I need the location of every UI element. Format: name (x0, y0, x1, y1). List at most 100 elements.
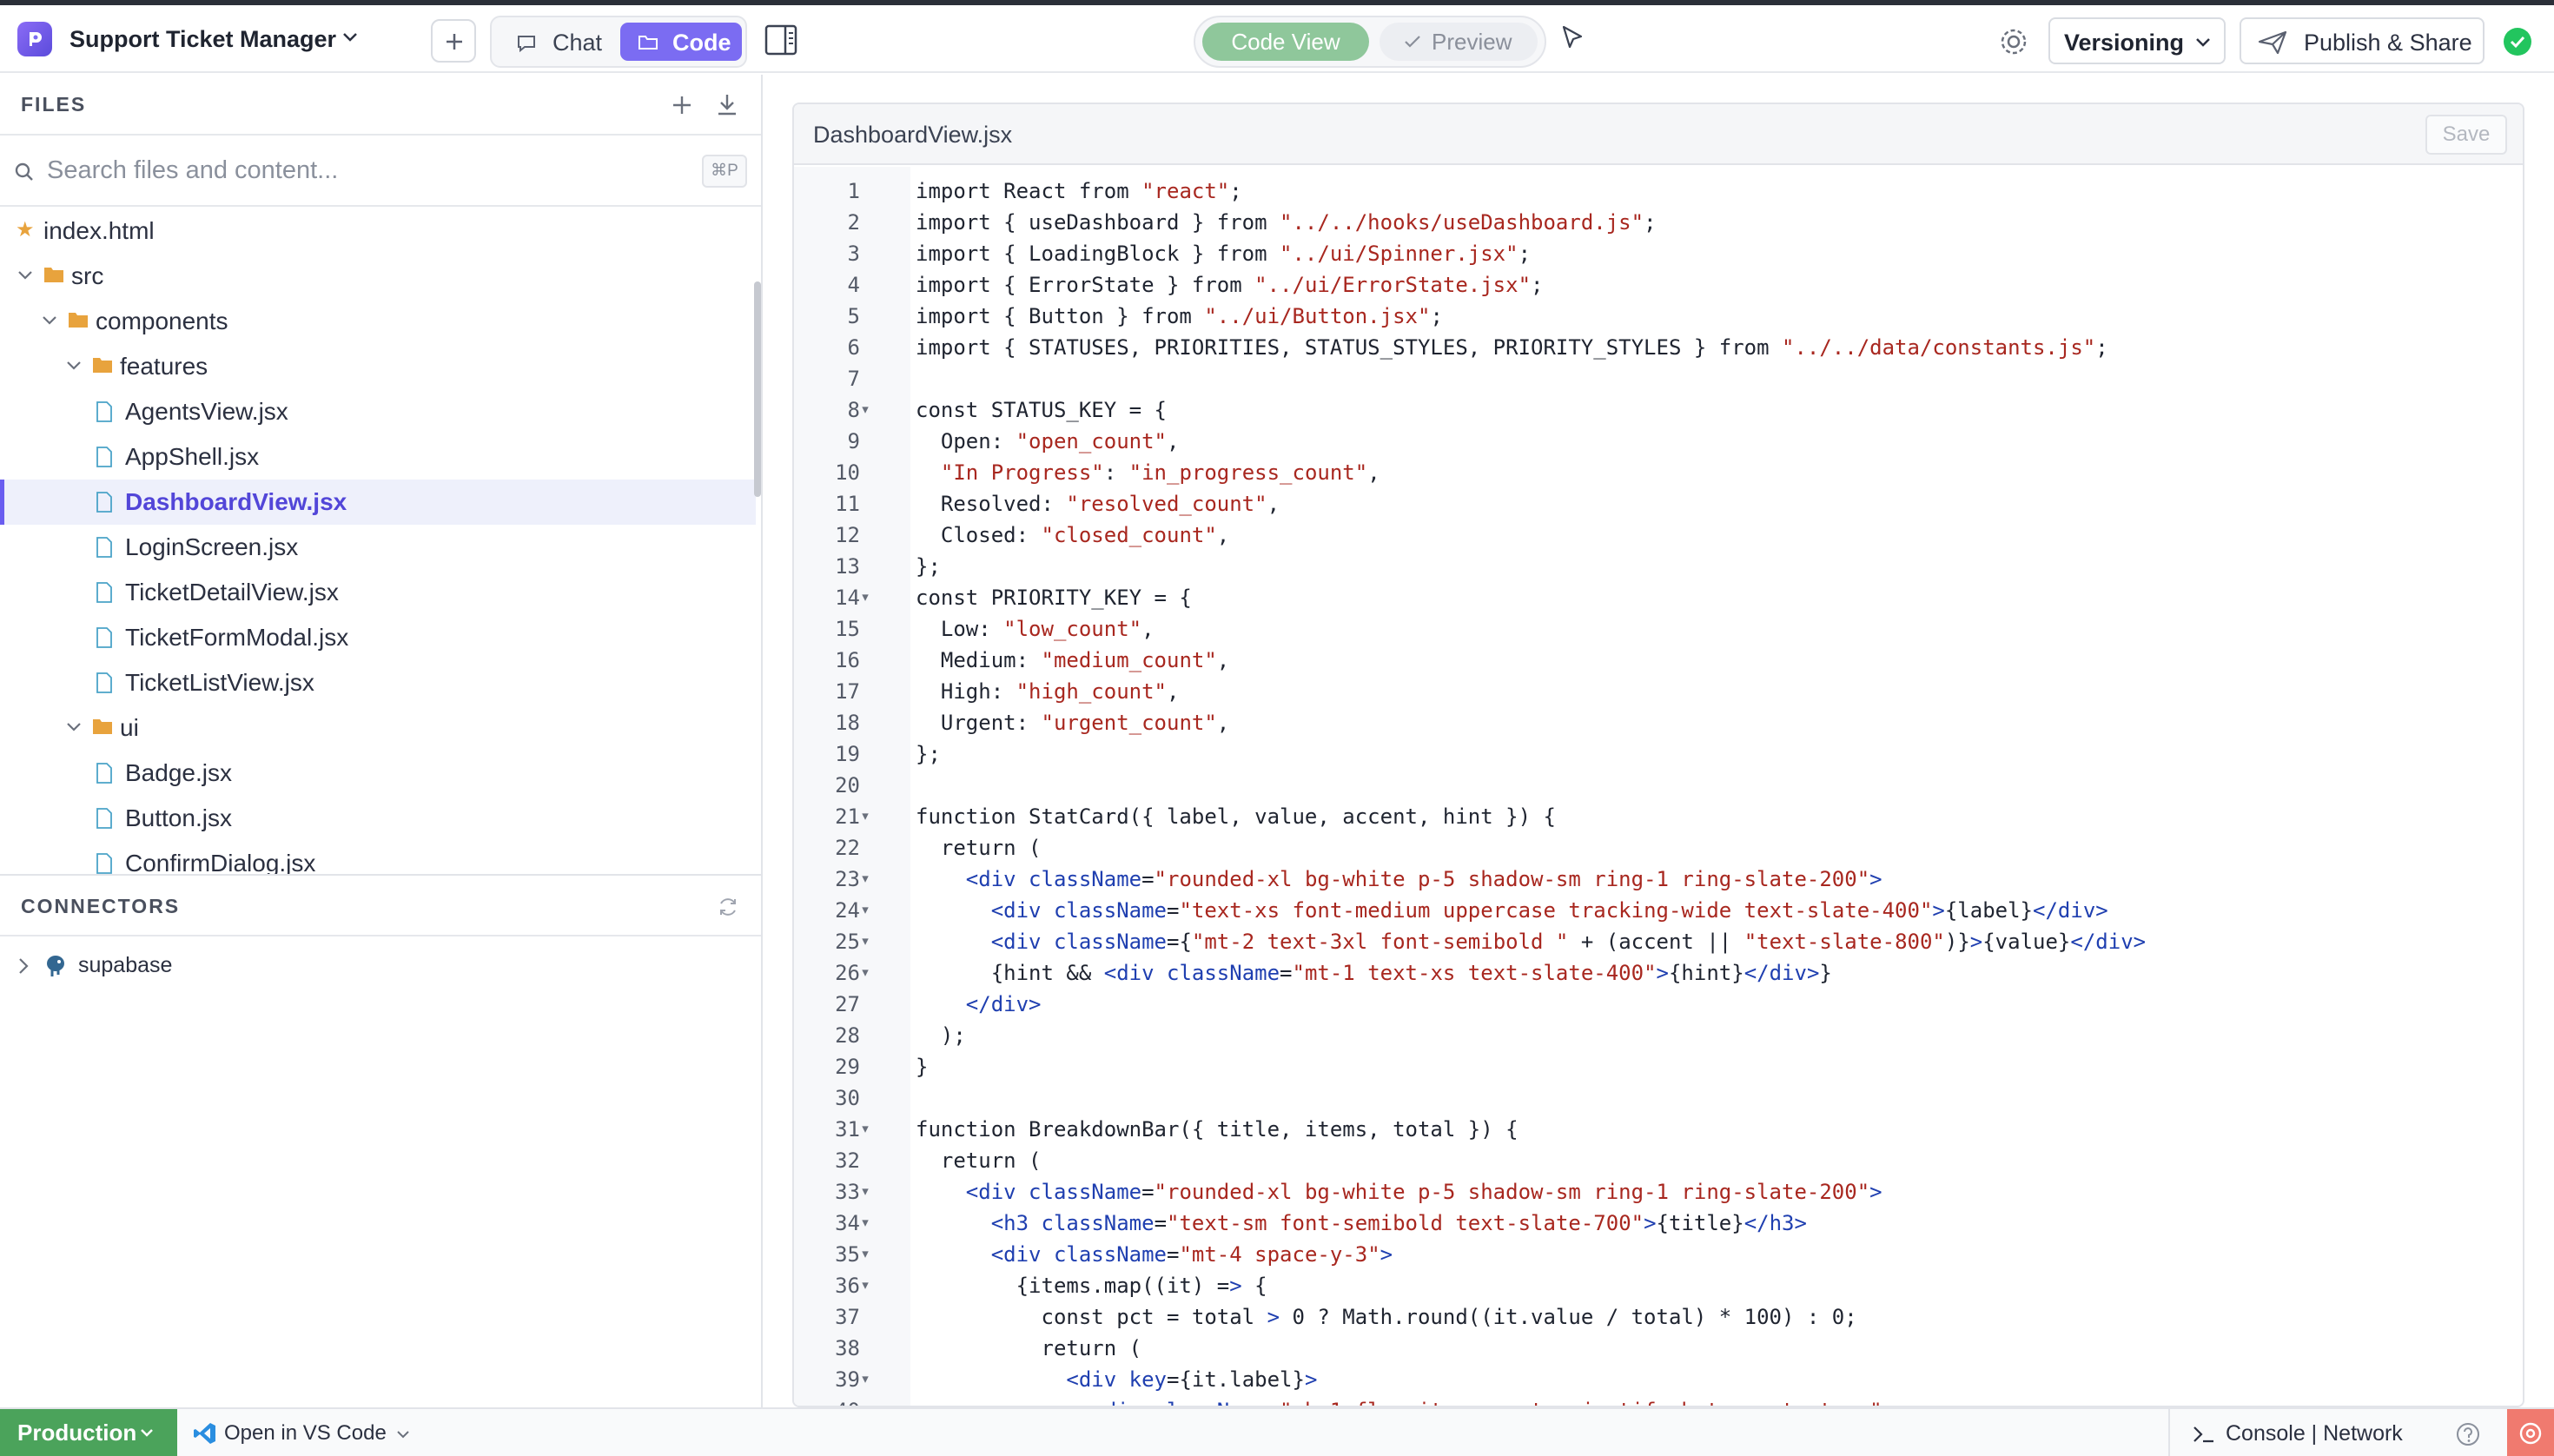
tab-code[interactable]: Code (620, 23, 742, 61)
fold-arrow-icon[interactable]: ▾ (857, 1371, 874, 1387)
code-line[interactable]: <div className="text-xs font-medium uppe… (916, 898, 2108, 923)
search-icon (15, 162, 33, 181)
line-number: 33 (835, 1180, 860, 1204)
code-line[interactable]: const STATUS_KEY = { (916, 398, 1167, 422)
line-number: 37 (835, 1305, 860, 1329)
code-line[interactable]: function StatCard({ label, value, accent… (916, 804, 1556, 829)
fold-arrow-icon[interactable]: ▾ (857, 589, 874, 605)
fold-arrow-icon[interactable]: ▾ (857, 1214, 874, 1230)
chevron-down-icon[interactable] (342, 31, 358, 43)
code-line[interactable]: import { Button } from "../ui/Button.jsx… (916, 304, 1443, 328)
new-button[interactable] (431, 19, 476, 63)
feedback-button[interactable] (2507, 1409, 2554, 1456)
tree-file-confirmdialog[interactable]: ConfirmDialog.jsx (0, 841, 756, 874)
tree-file-agentsview[interactable]: AgentsView.jsx (0, 389, 756, 434)
code-line[interactable]: ); (916, 1023, 966, 1048)
code-line[interactable]: } (916, 1055, 928, 1079)
tree-folder-components[interactable]: components (0, 299, 756, 344)
project-title[interactable]: Support Ticket Manager (69, 26, 336, 53)
open-file-name: DashboardView.jsx (813, 122, 1013, 148)
select-cursor-icon[interactable] (1560, 24, 1586, 52)
code-line[interactable]: Resolved: "resolved_count", (916, 492, 1280, 516)
gear-icon[interactable] (1998, 26, 2029, 57)
code-line[interactable]: import { useDashboard } from "../../hook… (916, 210, 1657, 235)
tree-file-dashboardview[interactable]: DashboardView.jsx (0, 480, 756, 525)
versioning-dropdown[interactable]: Versioning (2048, 17, 2226, 64)
search-input[interactable] (47, 153, 655, 188)
line-number: 40 (794, 1399, 860, 1406)
code-line[interactable]: return ( (916, 1336, 1141, 1360)
tree-item-index-html[interactable]: ★ index.html (0, 208, 756, 254)
save-button[interactable]: Save (2425, 115, 2507, 155)
code-line[interactable]: }; (916, 742, 941, 766)
console-network-toggle[interactable]: Console | Network (2168, 1409, 2464, 1456)
code-line[interactable]: return ( (916, 836, 1042, 860)
download-icon[interactable] (716, 92, 738, 116)
fold-arrow-icon[interactable]: ▾ (857, 808, 874, 824)
line-number: 22 (835, 836, 860, 860)
code-line[interactable]: return ( (916, 1148, 1042, 1173)
code-line[interactable]: <div className="rounded-xl bg-white p-5 … (916, 867, 1882, 891)
tree-folder-features[interactable]: features (0, 344, 756, 389)
code-line[interactable]: <div key={it.label}> (916, 1367, 1317, 1392)
line-number: 8 (847, 398, 860, 422)
code-line[interactable]: <div className="rounded-xl bg-white p-5 … (916, 1180, 1882, 1204)
tree-file-ticketdetailview[interactable]: TicketDetailView.jsx (0, 570, 756, 615)
code-line[interactable]: import { STATUSES, PRIORITIES, STATUS_ST… (916, 335, 2108, 360)
file-tree-scrollbar[interactable] (754, 281, 761, 497)
preview-button[interactable]: Preview (1380, 23, 1538, 61)
tab-chat[interactable]: Chat (499, 23, 617, 61)
code-line[interactable]: {hint && <div className="mt-1 text-xs te… (916, 961, 1832, 985)
tree-file-ticketlistview[interactable]: TicketListView.jsx (0, 660, 756, 705)
tree-folder-ui[interactable]: ui (0, 705, 756, 751)
fold-arrow-icon[interactable]: ▾ (857, 933, 874, 949)
publish-share-button[interactable]: Publish & Share (2240, 17, 2485, 64)
code-line[interactable]: {items.map((it) => { (916, 1274, 1267, 1298)
fold-arrow-icon[interactable]: ▾ (857, 902, 874, 917)
fold-arrow-icon[interactable]: ▾ (857, 401, 874, 417)
code-line[interactable]: import { ErrorState } from "../ui/ErrorS… (916, 273, 1543, 297)
fold-arrow-icon[interactable]: ▾ (857, 1246, 874, 1261)
code-line[interactable]: Low: "low_count", (916, 617, 1155, 641)
code-line[interactable]: <div className="mb-1 flex items-center j… (916, 1399, 1895, 1406)
help-icon[interactable] (2455, 1421, 2481, 1447)
code-line[interactable]: }; (916, 554, 941, 579)
code-line[interactable]: const pct = total > 0 ? Math.round((it.v… (916, 1305, 1856, 1329)
environment-dropdown[interactable]: Production (0, 1409, 177, 1456)
code-line[interactable]: function BreakdownBar({ title, items, to… (916, 1117, 1519, 1142)
fold-arrow-icon[interactable]: ▾ (857, 964, 874, 980)
code-line[interactable]: Open: "open_count", (916, 429, 1180, 453)
vscode-icon (194, 1423, 215, 1444)
connector-supabase[interactable]: supabase (0, 943, 761, 989)
new-file-icon[interactable] (671, 94, 693, 116)
code-view-button[interactable]: Code View (1202, 23, 1369, 61)
code-line[interactable]: </div> (916, 992, 1042, 1016)
open-in-vscode-button[interactable]: Open in VS Code (193, 1409, 419, 1456)
code-line[interactable]: const PRIORITY_KEY = { (916, 586, 1192, 610)
code-line[interactable]: Closed: "closed_count", (916, 523, 1229, 547)
code-line[interactable]: <h3 className="text-sm font-semibold tex… (916, 1211, 1807, 1235)
code-line[interactable]: Urgent: "urgent_count", (916, 711, 1229, 735)
tree-file-loginscreen[interactable]: LoginScreen.jsx (0, 525, 756, 570)
app-logo[interactable] (17, 22, 52, 56)
file-icon (96, 582, 112, 603)
code-line[interactable]: High: "high_count", (916, 679, 1180, 704)
tree-file-button[interactable]: Button.jsx (0, 796, 756, 841)
code-line[interactable]: "In Progress": "in_progress_count", (916, 460, 1380, 485)
tree-item-label: ConfirmDialog.jsx (125, 850, 316, 874)
refresh-icon[interactable] (718, 897, 738, 917)
fold-arrow-icon[interactable]: ▾ (857, 870, 874, 886)
tree-folder-src[interactable]: src (0, 254, 756, 299)
fold-arrow-icon[interactable]: ▾ (857, 1277, 874, 1293)
tree-file-appshell[interactable]: AppShell.jsx (0, 434, 756, 480)
code-line[interactable]: <div className="mt-4 space-y-3"> (916, 1242, 1393, 1267)
sidebar-toggle-icon[interactable] (764, 24, 797, 56)
fold-arrow-icon[interactable]: ▾ (857, 1121, 874, 1136)
code-line[interactable]: Medium: "medium_count", (916, 648, 1229, 672)
tree-file-badge[interactable]: Badge.jsx (0, 751, 756, 796)
code-line[interactable]: import React from "react"; (916, 179, 1242, 203)
code-line[interactable]: <div className={"mt-2 text-3xl font-semi… (916, 930, 2146, 954)
fold-arrow-icon[interactable]: ▾ (857, 1183, 874, 1199)
tree-file-ticketformmodal[interactable]: TicketFormModal.jsx (0, 615, 756, 660)
code-line[interactable]: import { LoadingBlock } from "../ui/Spin… (916, 242, 1531, 266)
